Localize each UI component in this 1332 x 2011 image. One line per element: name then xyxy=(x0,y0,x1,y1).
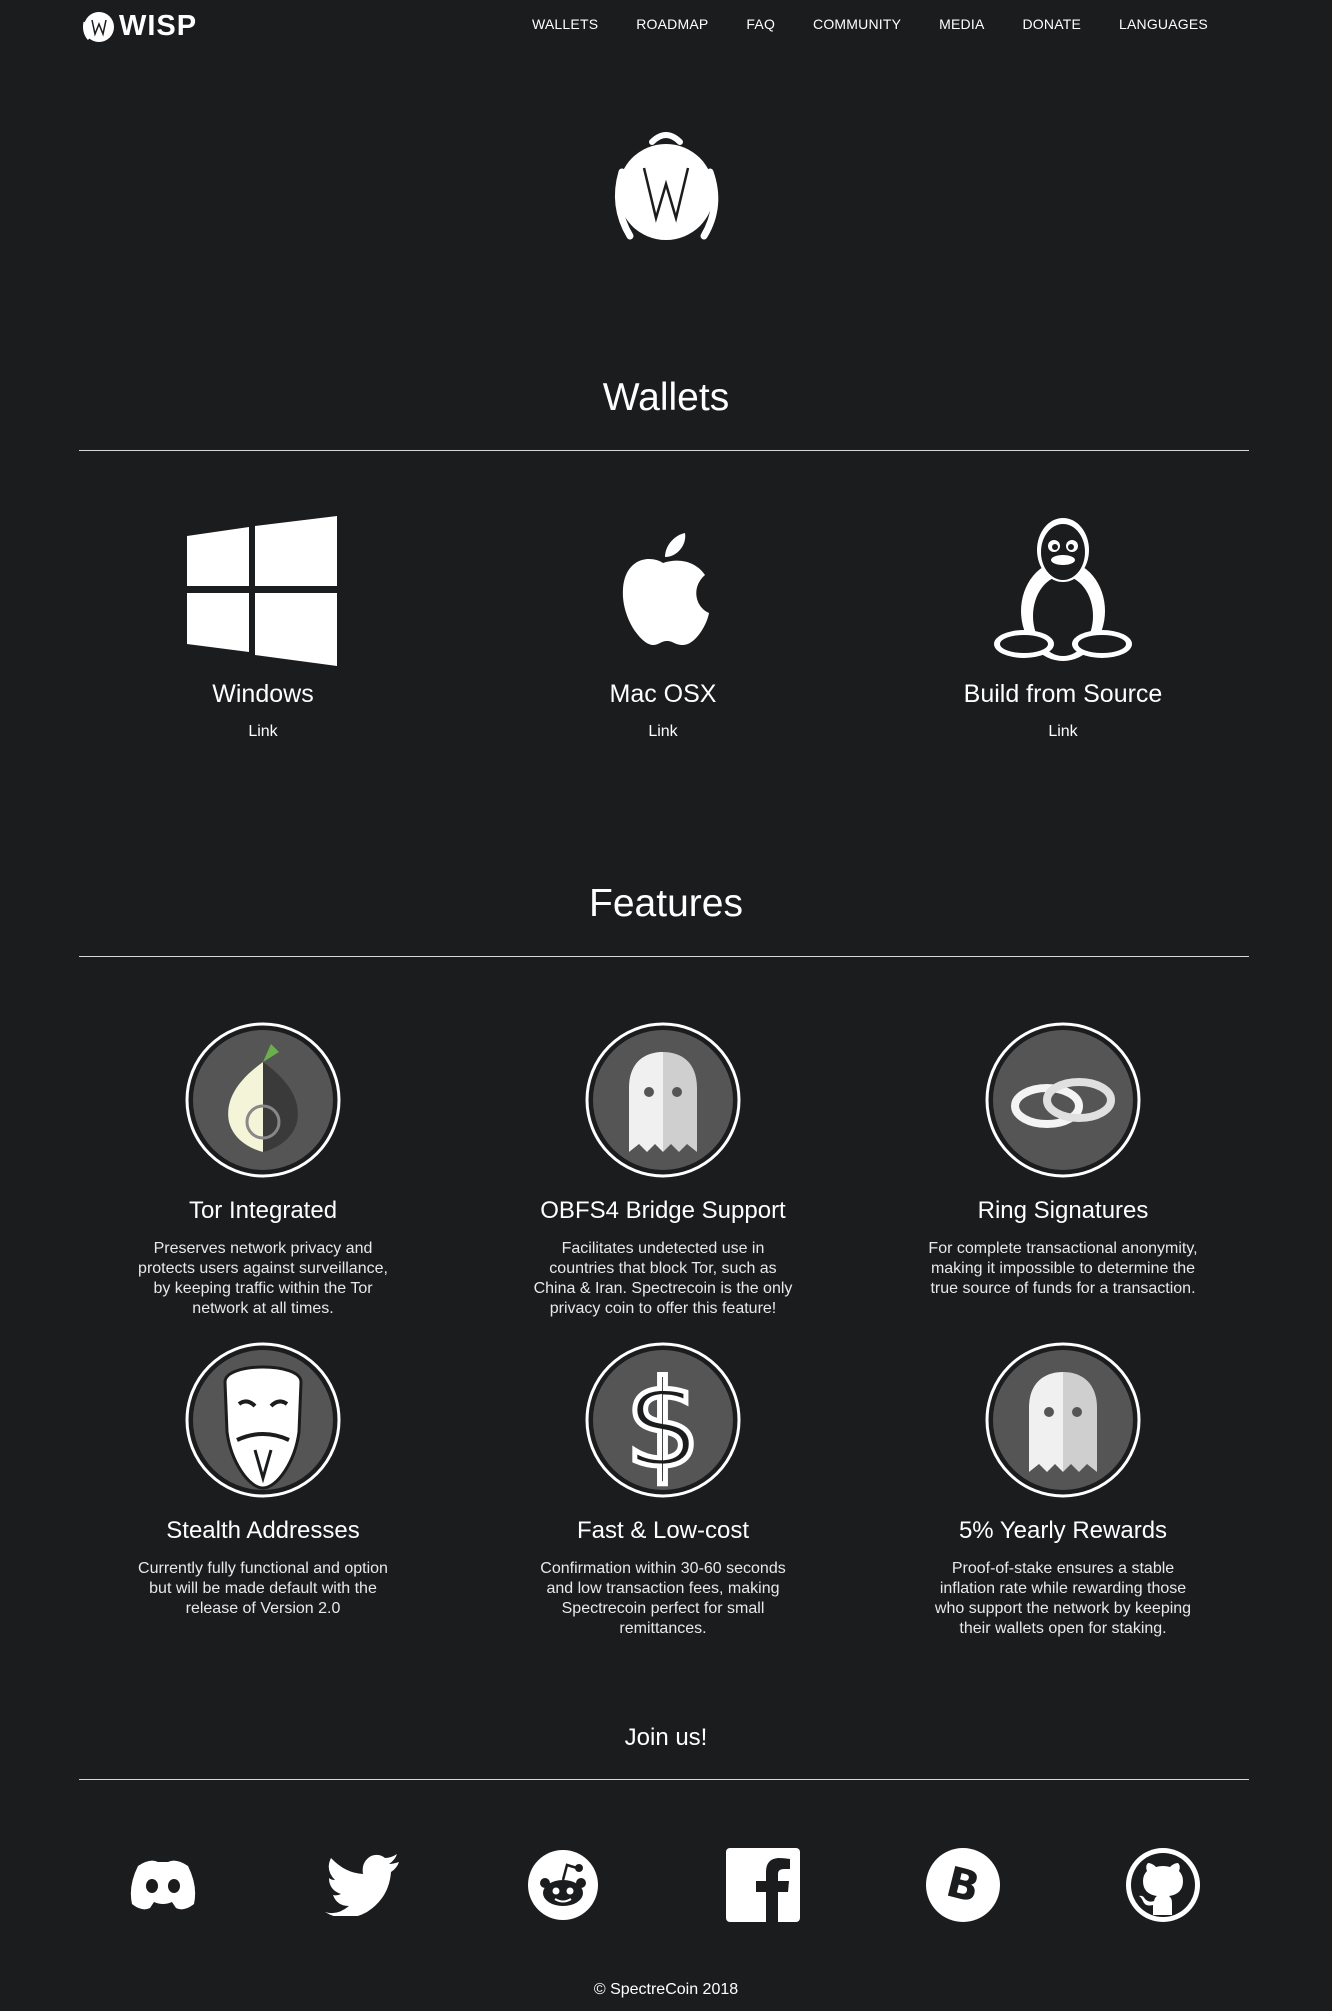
feature-description: Preserves network privacy and protects u… xyxy=(138,1240,388,1317)
brand-logo[interactable]: WISP xyxy=(81,8,197,44)
join-divider xyxy=(79,1779,1249,1780)
feature-ring-signatures: Ring Signatures For complete transaction… xyxy=(893,1022,1233,1299)
feature-title: 5% Yearly Rewards xyxy=(958,1517,1168,1544)
nav-roadmap[interactable]: ROADMAP xyxy=(636,16,708,32)
feature-stealth-addresses: Stealth Addresses Currently fully functi… xyxy=(93,1342,433,1619)
wallet-name: Mac OSX xyxy=(609,680,717,708)
feature-title: OBFS4 Bridge Support xyxy=(540,1197,786,1224)
features-heading: Features xyxy=(589,882,743,925)
nav-wallets[interactable]: WALLETS xyxy=(532,16,598,32)
github-icon[interactable] xyxy=(1118,1840,1208,1930)
join-heading: Join us! xyxy=(624,1724,708,1751)
feature-yearly-rewards: 5% Yearly Rewards Proof-of-stake ensures… xyxy=(893,1342,1233,1639)
social-links: B xyxy=(0,1840,1332,1930)
feature-description: Proof-of-stake ensures a stable inflatio… xyxy=(934,1560,1192,1637)
dollar-icon: $ xyxy=(585,1342,741,1498)
wallet-name: Build from Source xyxy=(963,680,1163,708)
anonymous-mask-icon xyxy=(185,1342,341,1498)
bitcoin-icon[interactable]: B xyxy=(918,1840,1008,1930)
top-navbar: WISP WALLETS ROADMAP FAQ COMMUNITY MEDIA… xyxy=(0,0,1332,52)
feature-description: Facilitates undetected use in countries … xyxy=(533,1240,793,1317)
rings-icon xyxy=(985,1022,1141,1178)
nav-faq[interactable]: FAQ xyxy=(746,16,775,32)
wallet-macosx: Mac OSX Link xyxy=(493,516,833,741)
apple-icon xyxy=(493,516,833,666)
main-menu: WALLETS ROADMAP FAQ COMMUNITY MEDIA DONA… xyxy=(532,16,1208,32)
feature-description: Confirmation within 30-60 seconds and lo… xyxy=(540,1560,786,1637)
tor-onion-icon xyxy=(185,1022,341,1178)
brand-name: WISP xyxy=(119,9,198,42)
feature-description: Currently fully functional and option bu… xyxy=(138,1560,388,1617)
linux-penguin-icon xyxy=(893,516,1233,666)
wallet-link-macosx[interactable]: Link xyxy=(648,723,677,741)
wisp-logo-icon xyxy=(83,12,114,42)
nav-languages[interactable]: LANGUAGES xyxy=(1119,16,1208,32)
footer-copyright: © SpectreCoin 2018 xyxy=(593,1981,739,1998)
windows-icon xyxy=(93,516,433,666)
reddit-icon[interactable] xyxy=(518,1840,608,1930)
features-divider xyxy=(79,956,1249,957)
feature-title: Stealth Addresses xyxy=(166,1517,360,1544)
wallet-name: Windows xyxy=(212,680,314,708)
wallet-build-from-source: Build from Source Link xyxy=(893,516,1233,741)
wallets-heading: Wallets xyxy=(602,376,730,419)
nav-community[interactable]: COMMUNITY xyxy=(813,16,901,32)
wallets-divider xyxy=(79,450,1249,451)
ghost-icon xyxy=(585,1022,741,1178)
nav-donate[interactable]: DONATE xyxy=(1023,16,1082,32)
twitter-icon[interactable] xyxy=(317,1840,407,1930)
wallet-link-windows[interactable]: Link xyxy=(248,723,277,741)
feature-obfs4-bridge: OBFS4 Bridge Support Facilitates undetec… xyxy=(493,1022,833,1319)
wallet-link-build-from-source[interactable]: Link xyxy=(1048,723,1077,741)
wallet-windows: Windows Link xyxy=(93,516,433,741)
ghost-icon xyxy=(985,1342,1141,1498)
nav-media[interactable]: MEDIA xyxy=(939,16,984,32)
feature-description: For complete transactional anonymity, ma… xyxy=(928,1240,1198,1297)
feature-title: Tor Integrated xyxy=(188,1197,338,1224)
feature-fast-low-cost: $ Fast & Low-cost Confirmation within 30… xyxy=(493,1342,833,1639)
feature-title: Fast & Low-cost xyxy=(576,1517,750,1544)
svg-text:$: $ xyxy=(625,1356,701,1495)
discord-icon[interactable] xyxy=(118,1840,208,1930)
feature-title: Ring Signatures xyxy=(977,1197,1149,1224)
hero-wisp-logo-icon xyxy=(614,132,719,240)
facebook-icon[interactable] xyxy=(718,1840,808,1930)
feature-tor-integrated: Tor Integrated Preserves network privacy… xyxy=(93,1022,433,1319)
